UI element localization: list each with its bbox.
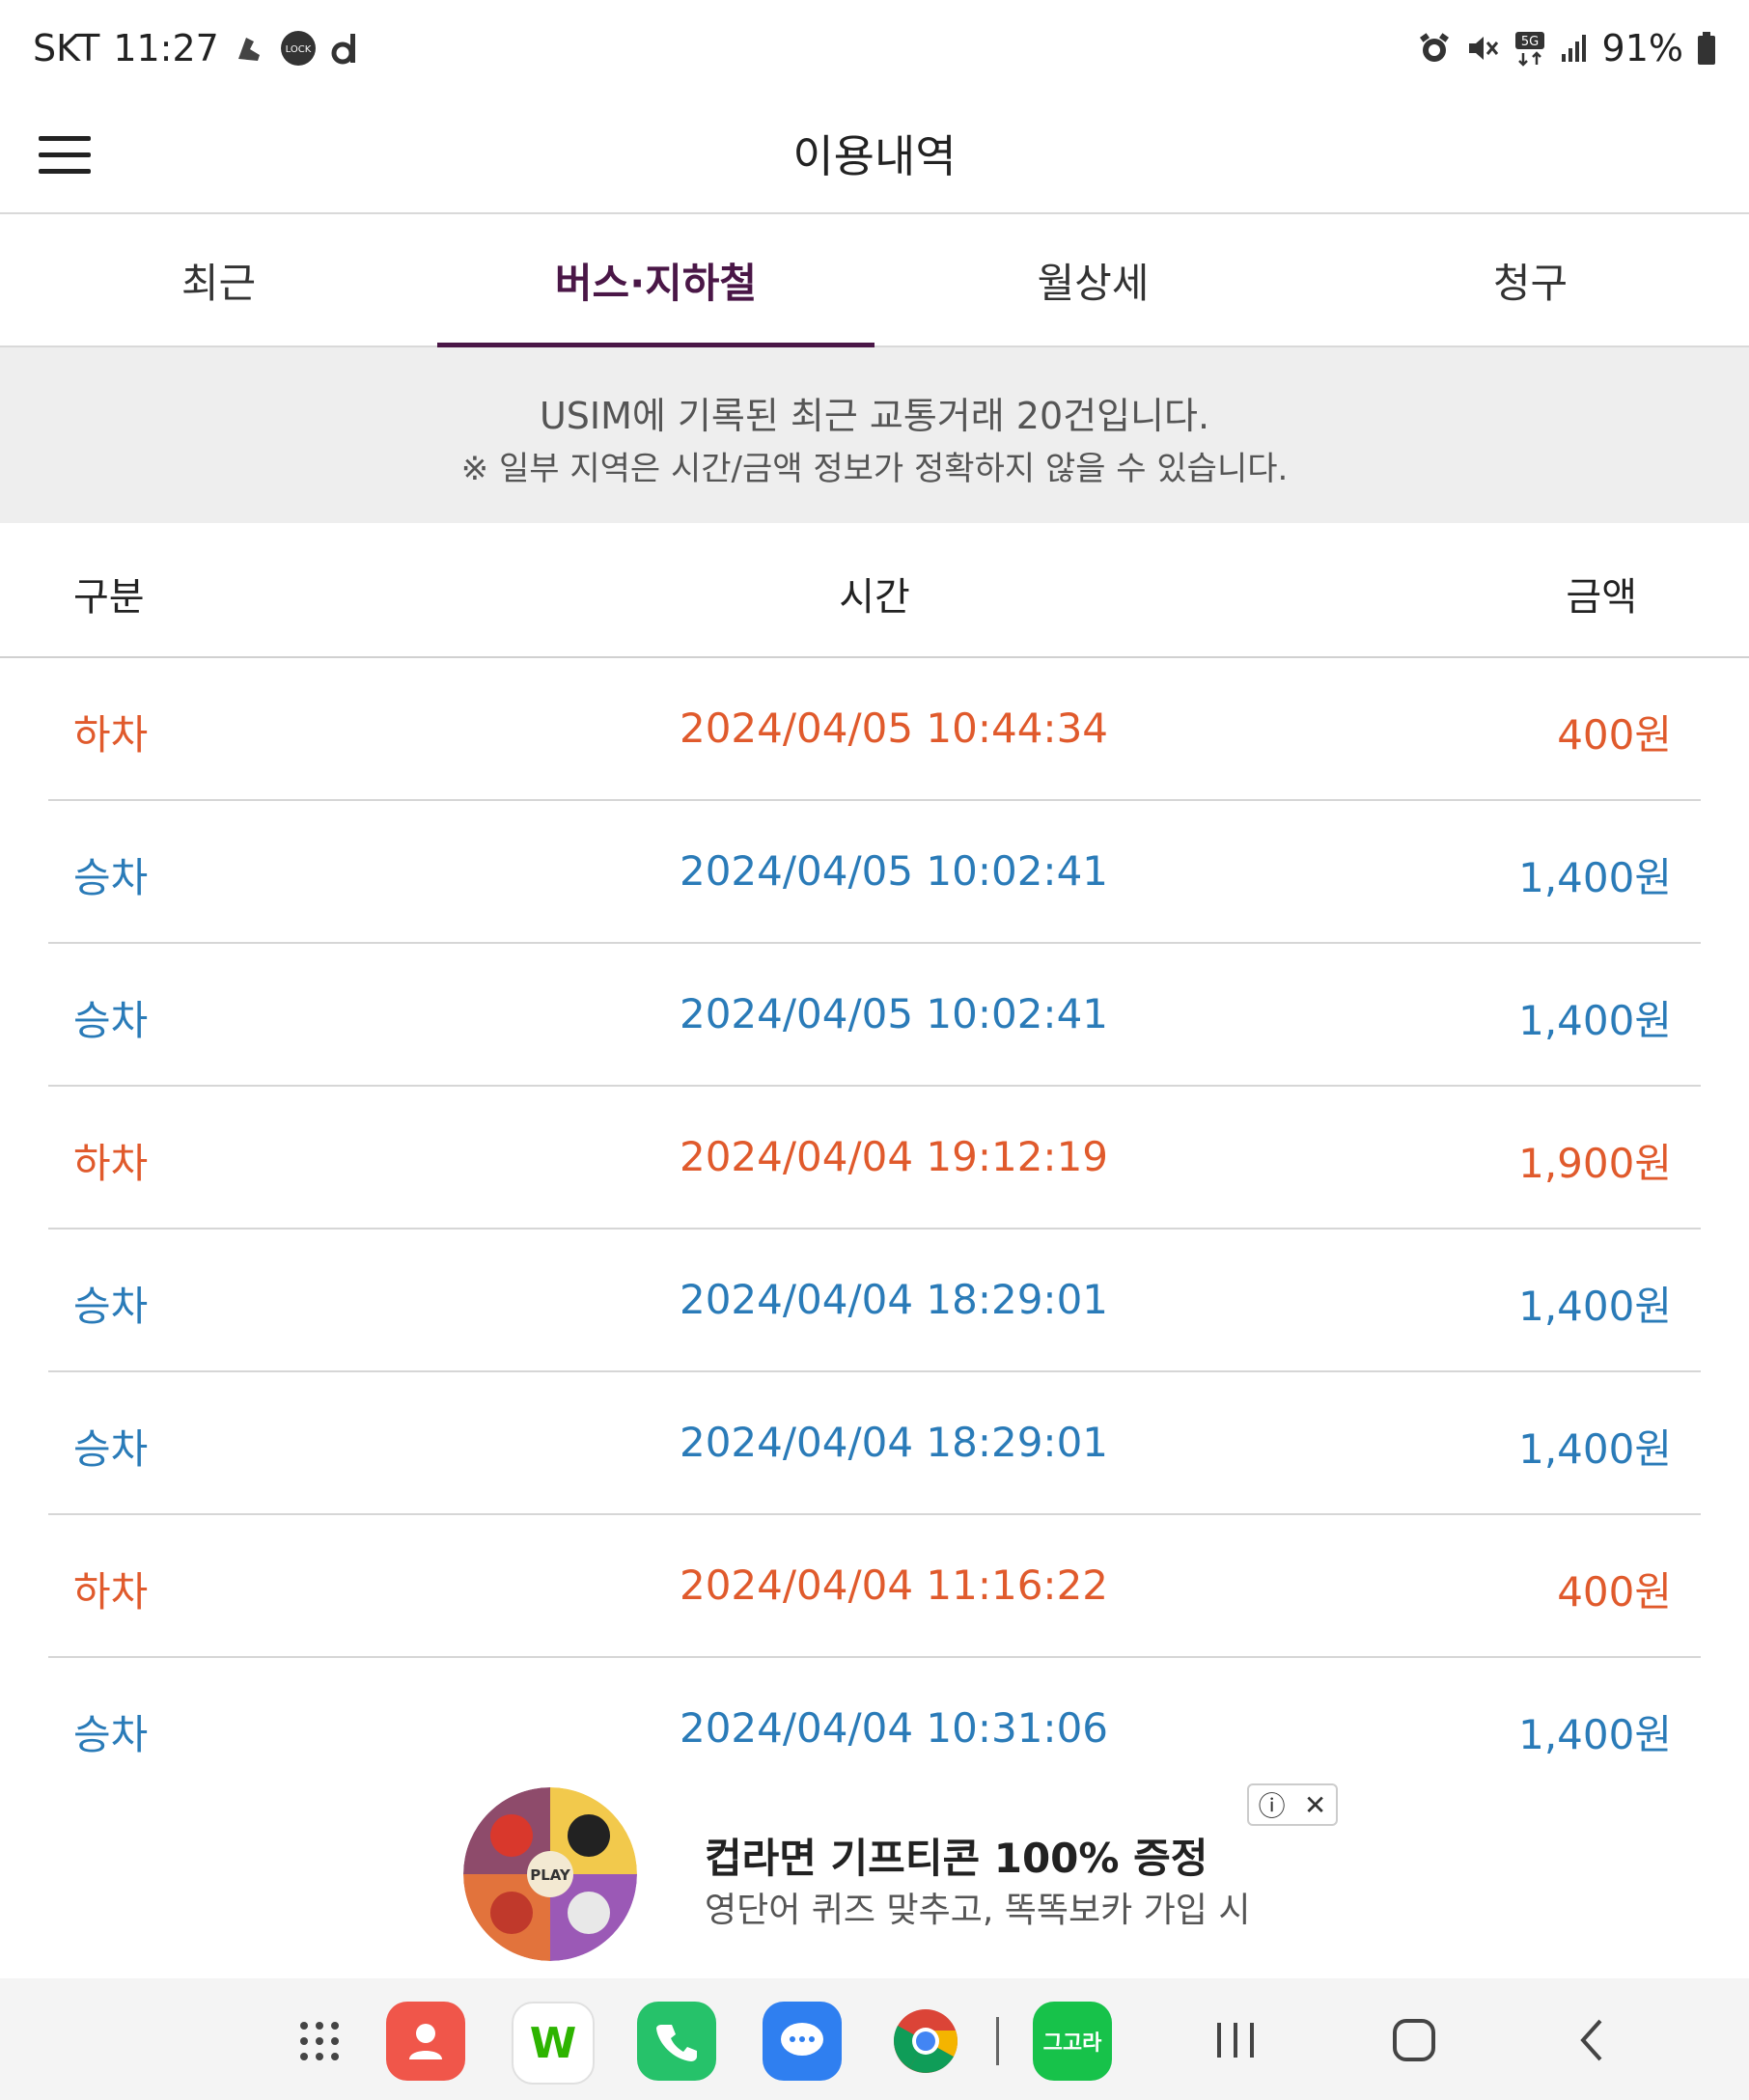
apps-grid-icon[interactable] (280, 2002, 359, 2081)
naver-webtoon-label: W (529, 2018, 577, 2068)
row-time: 2024/04/05 10:02:41 (679, 847, 1109, 895)
oi-lock-icon: LOCK (279, 29, 318, 68)
row-time: 2024/04/04 19:12:19 (679, 1133, 1109, 1180)
ad-subtitle: 영단어 퀴즈 맞추고, 똑똑보카 가입 시 (705, 1891, 1251, 1930)
table-row: 하차 2024/04/04 11:16:22 400원 (48, 1515, 1701, 1658)
page-title: 이용내역 (792, 130, 957, 182)
recent-apps-icon[interactable] (1207, 2011, 1264, 2069)
status-bar: SKT 11:27 LOCK 5G 91% (0, 0, 1749, 104)
row-amount: 1,400원 (1518, 997, 1672, 1044)
table-row: 승차 2024/04/04 18:29:01 1,400원 (48, 1230, 1701, 1372)
home-icon[interactable] (1385, 2011, 1443, 2069)
status-left: SKT 11:27 LOCK (33, 27, 360, 69)
row-time: 2024/04/04 10:31:06 (679, 1704, 1109, 1752)
system-nav-bar: W 그고라 (0, 1978, 1749, 2100)
row-amount: 1,400원 (1518, 1425, 1672, 1473)
tab-recent[interactable]: 최근 (0, 214, 437, 345)
ad-info-icon[interactable]: ⓘ (1259, 1785, 1286, 1824)
messages-icon[interactable] (763, 2002, 842, 2081)
row-amount: 1,400원 (1518, 854, 1672, 901)
table-header: 구분 시간 금액 (0, 523, 1749, 658)
svg-text:5G: 5G (1520, 35, 1538, 49)
gogora-label: 그고라 (1042, 2031, 1102, 2056)
row-amount: 400원 (1557, 1568, 1672, 1616)
ad-title: 컵라면 기프티콘 100% 증정 (705, 1835, 1208, 1882)
table-row: 승차 2024/04/05 10:02:41 1,400원 (48, 801, 1701, 944)
phone-icon[interactable] (637, 2002, 716, 2081)
row-amount: 1,400원 (1518, 1711, 1672, 1758)
ad-banner[interactable]: PLAY 컵라면 기프티콘 100% 증정 영단어 퀴즈 맞추고, 똑똑보카 가… (0, 1766, 1749, 1978)
svg-text:LOCK: LOCK (286, 44, 312, 55)
row-time: 2024/04/05 10:44:34 (679, 705, 1109, 752)
tab-bar: 최근 버스·지하철 월상세 청구 (0, 214, 1749, 347)
battery-icon (1697, 31, 1716, 66)
app-header: 이용내역 (0, 104, 1749, 214)
ad-info-close: ⓘ ✕ (1247, 1783, 1338, 1826)
signal-icon (1560, 33, 1589, 64)
row-time: 2024/04/04 11:16:22 (679, 1561, 1109, 1609)
notice-line-1: USIM에 기록된 최근 교통거래 20건입니다. (539, 395, 1210, 437)
tab-monthly-detail[interactable]: 월상세 (874, 214, 1312, 345)
table-row: 하차 2024/04/04 19:12:19 1,900원 (48, 1087, 1701, 1230)
table-row: 승차 2024/04/05 10:02:41 1,400원 (48, 944, 1701, 1087)
tab-bus-subway[interactable]: 버스·지하철 (437, 214, 874, 347)
d-app-icon (331, 30, 360, 67)
ad-cup-noodle-image[interactable]: PLAY (463, 1787, 637, 1961)
notification-shoe-icon (233, 32, 265, 65)
transaction-list: 하차 2024/04/05 10:44:34 400원 승차 2024/04/0… (0, 658, 1749, 1799)
table-row: 승차 2024/04/04 18:29:01 1,400원 (48, 1372, 1701, 1515)
notice-line-2: ※ 일부 지역은 시간/금액 정보가 정확하지 않을 수 있습니다. (460, 450, 1289, 488)
ad-close-icon[interactable]: ✕ (1304, 1789, 1326, 1821)
row-time: 2024/04/05 10:02:41 (679, 990, 1109, 1037)
carrier-label: SKT (33, 27, 100, 69)
table-row: 하차 2024/04/05 10:44:34 400원 (48, 658, 1701, 801)
row-time: 2024/04/04 18:29:01 (679, 1276, 1109, 1323)
dock-separator (996, 2017, 999, 2065)
row-amount: 400원 (1557, 711, 1672, 759)
status-right: 5G 91% (1417, 27, 1716, 69)
clock: 11:27 (113, 27, 219, 69)
ad-play-label: PLAY (530, 1866, 571, 1884)
row-amount: 1,400원 (1518, 1283, 1672, 1330)
chrome-icon[interactable] (886, 2002, 965, 2081)
naver-webtoon-icon[interactable]: W (512, 2002, 595, 2085)
header-amount: 금액 (1566, 575, 1637, 620)
gogora-icon[interactable]: 그고라 (1033, 2002, 1112, 2081)
row-amount: 1,900원 (1518, 1140, 1672, 1187)
notice-banner: USIM에 기록된 최근 교통거래 20건입니다. ※ 일부 지역은 시간/금액… (0, 347, 1749, 523)
mute-icon (1465, 31, 1500, 66)
alarm-icon (1417, 31, 1452, 66)
contacts-icon[interactable] (386, 2002, 465, 2081)
header-time: 시간 (839, 575, 910, 620)
battery-percent: 91% (1601, 27, 1683, 69)
row-time: 2024/04/04 18:29:01 (679, 1419, 1109, 1466)
tab-billing[interactable]: 청구 (1312, 214, 1749, 345)
network-5g-icon: 5G (1513, 30, 1546, 67)
back-icon[interactable] (1564, 2011, 1622, 2069)
